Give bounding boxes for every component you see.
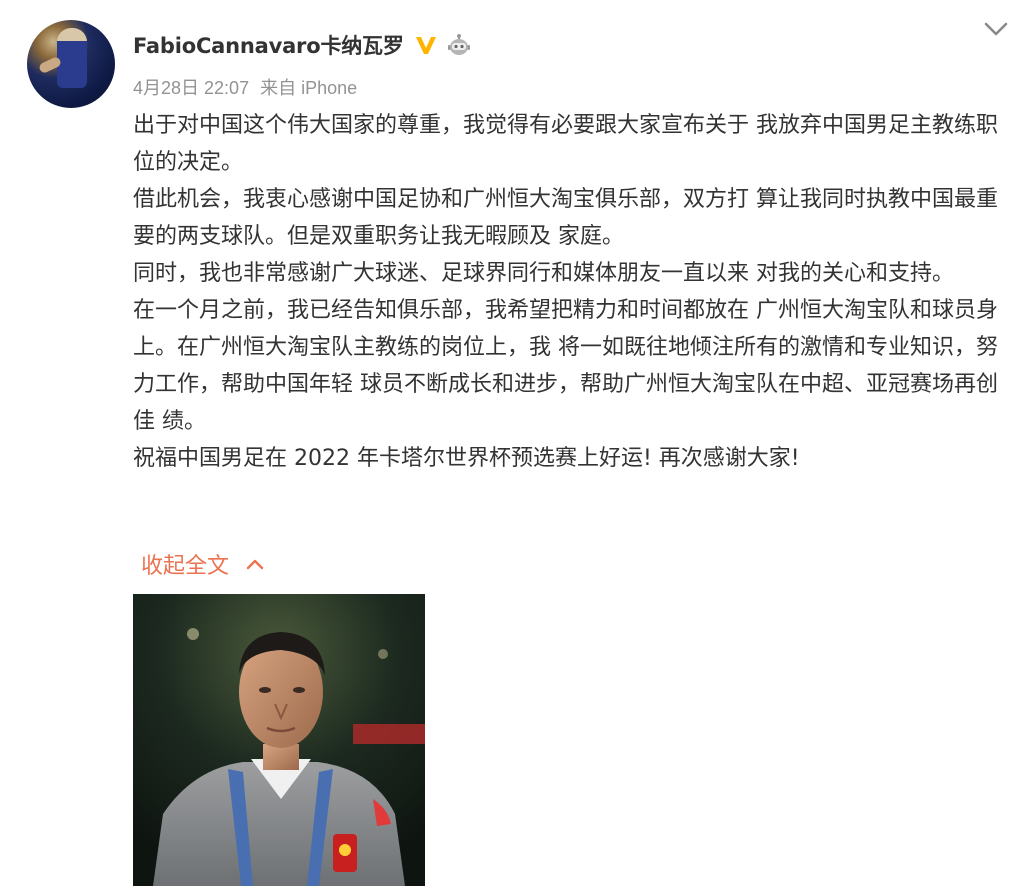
post-paragraph: 同时，我也非常感谢广大球迷、足球界同行和媒体朋友一直以来 对我的关心和支持。 — [133, 261, 954, 286]
avatar[interactable] — [27, 20, 115, 108]
post-paragraph: 祝福中国男足在 2022 年卡塔尔世界杯预选赛上好运! 再次感谢大家! — [133, 446, 800, 471]
coach-portrait-image — [133, 594, 425, 886]
collapse-full-text-button[interactable]: 收起全文 — [141, 548, 265, 580]
post-content: 出于对中国这个伟大国家的尊重，我觉得有必要跟大家宣布关于 我放弃中国男足主教练职… — [133, 107, 1003, 477]
chevron-down-icon[interactable] — [983, 20, 1009, 38]
weibo-post: FabioCannavaro卡纳瓦罗 4月28日 22:07 来自 iPhone… — [0, 0, 1029, 894]
author-name[interactable]: FabioCannavaro卡纳瓦罗 — [133, 30, 404, 60]
verified-v-icon[interactable] — [414, 33, 438, 57]
post-paragraph: 出于对中国这个伟大国家的尊重，我觉得有必要跟大家宣布关于 我放弃中国男足主教练职… — [133, 113, 998, 175]
post-source: 来自 iPhone — [260, 78, 358, 98]
robot-icon[interactable] — [446, 32, 472, 58]
post-image[interactable] — [133, 594, 425, 886]
avatar-figure — [57, 28, 87, 88]
chevron-up-icon — [246, 559, 264, 570]
post-paragraph: 在一个月之前，我已经告知俱乐部，我希望把精力和时间都放在 广州恒大淘宝队和球员身… — [133, 298, 998, 434]
post-meta: 4月28日 22:07 来自 iPhone — [133, 74, 363, 100]
post-timestamp[interactable]: 4月28日 22:07 — [133, 78, 249, 98]
author-row: FabioCannavaro卡纳瓦罗 — [133, 28, 472, 62]
collapse-label: 收起全文 — [141, 554, 230, 579]
post-paragraph: 借此机会，我衷心感谢中国足协和广州恒大淘宝俱乐部，双方打 算让我同时执教中国最重… — [133, 187, 998, 249]
